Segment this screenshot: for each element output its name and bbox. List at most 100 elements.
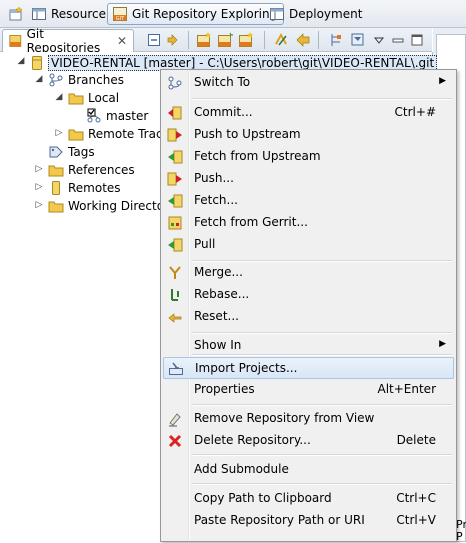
copy-shortcut: Ctrl+C [396,491,436,505]
submenu-arrow-icon: ▶ [439,339,446,349]
master-label: master [106,109,149,123]
rebase-label: Rebase... [194,287,250,301]
perspective-resource[interactable]: Resource [27,3,112,25]
open-perspective-icon [9,6,23,21]
tree-item-remote-tracking[interactable]: Remote Track [68,125,170,143]
expanded-twisty-icon[interactable]: ◢ [16,56,26,66]
collapsed-twisty-icon[interactable]: ▷ [34,182,44,192]
tree-item-working-directory[interactable]: Working Director [48,197,169,215]
menu-separator [192,483,452,485]
expanded-twisty-icon[interactable]: ◢ [54,92,64,102]
tags-label: Tags [68,145,95,159]
deployment-perspective-icon [270,8,284,20]
menu-separator [192,404,452,406]
delete-repository-label: Delete Repository... [194,433,311,447]
switch-to-label: Switch To [194,75,251,89]
menu-item-commit[interactable]: Commit... Ctrl+# [163,102,454,124]
menu-item-paste-path[interactable]: Paste Repository Path or URI Ctrl+V [163,510,454,532]
push-to-upstream-label: Push to Upstream [194,127,301,141]
close-tab-icon[interactable]: ✕ [117,34,127,48]
menu-item-add-submodule[interactable]: Add Submodule [163,459,454,481]
tree-item-master[interactable]: master [86,107,148,125]
menu-item-pull[interactable]: Pull [163,234,454,256]
menu-item-rebase[interactable]: Rebase... [163,284,454,306]
view-menu-icon[interactable] [370,31,388,49]
toolbar-separator [264,31,265,49]
perspective-deployment[interactable]: Deployment [265,3,368,25]
tree-item-tags[interactable]: Tags [48,143,95,161]
svg-text:GIT: GIT [116,16,125,22]
menu-item-remove-repository[interactable]: Remove Repository from View [163,408,454,430]
merge-label: Merge... [194,265,243,279]
menu-item-fetch-from-gerrit[interactable]: Fetch from Gerrit... [163,212,454,234]
add-repository-icon[interactable] [195,31,213,49]
menu-item-merge[interactable]: Merge... [163,262,454,284]
commit-shortcut: Ctrl+# [394,105,436,119]
perspective-deployment-label: Deployment [289,7,363,21]
tab-git-repositories-label: Git Repositories [26,27,101,55]
pull-icon [166,236,184,254]
remotes-icon [52,181,60,195]
fetch-from-upstream-label: Fetch from Upstream [194,149,321,163]
menu-separator [192,354,452,356]
create-repository-icon[interactable] [237,31,255,49]
maximize-icon[interactable] [408,31,426,49]
menu-item-import-projects[interactable]: Import Projects... [163,357,454,379]
folder-icon [48,201,64,213]
commit-label: Commit... [194,105,253,119]
minimize-icon[interactable] [389,31,407,49]
clone-repository-icon[interactable] [216,31,234,49]
hierarchical-layout-icon[interactable] [327,31,345,49]
resource-perspective-icon [32,8,46,20]
folder-icon [68,129,84,141]
folder-icon [68,93,84,105]
remotes-label: Remotes [68,181,121,195]
delete-shortcut: Delete [396,433,436,447]
collapsed-twisty-icon[interactable]: ▷ [34,164,44,174]
collapse-all-icon[interactable] [145,31,163,49]
perspective-git[interactable]: GIT Git Repository Exploring [107,3,285,25]
tab-git-repositories[interactable]: Git Repositories ✕ [2,27,134,55]
perspective-bar: Resource GIT Git Repository Exploring De… [0,0,466,28]
delete-icon [166,432,184,450]
tree-item-local[interactable]: Local [68,89,119,107]
expanded-twisty-icon[interactable]: ◢ [34,74,44,84]
link-with-selection-icon[interactable] [164,31,182,49]
menu-item-copy-path[interactable]: Copy Path to Clipboard Ctrl+C [163,488,454,510]
fetch-label: Fetch... [194,193,238,207]
menu-separator [192,332,452,334]
fetch-icon [166,148,184,166]
menu-separator [192,454,452,456]
tree-item-branches[interactable]: Branches [48,71,124,89]
collapsed-twisty-icon[interactable]: ▷ [54,128,64,138]
remove-from-view-icon [166,410,184,428]
menu-item-switch-to[interactable]: Switch To ▶ [163,72,454,94]
switch-branch-icon [166,74,184,92]
menu-item-delete-repository[interactable]: Delete Repository... Delete [163,430,454,452]
link-editor-icon[interactable] [294,31,312,49]
perspective-resource-label: Resource [51,7,107,21]
collapsed-twisty-icon[interactable]: ▷ [34,200,44,210]
reset-icon [166,308,184,326]
menu-separator [192,98,452,100]
paste-path-label: Paste Repository Path or URI [194,513,365,527]
menu-item-push[interactable]: Push... [163,168,454,190]
menu-item-fetch-from-upstream[interactable]: Fetch from Upstream [163,146,454,168]
context-menu: Switch To ▶ Commit... Ctrl+# Push to Ups… [160,69,457,542]
branches-label: Branches [68,73,124,87]
menu-item-reset[interactable]: Reset... [163,306,454,328]
merge-icon [166,264,184,282]
filter-icon[interactable] [349,31,367,49]
menu-item-push-to-upstream[interactable]: Push to Upstream [163,124,454,146]
git-repositories-icon [9,35,22,47]
refresh-icon[interactable] [272,31,290,49]
tree-item-references[interactable]: References [48,161,135,179]
menu-item-fetch[interactable]: Fetch... [163,190,454,212]
properties-shortcut: Alt+Enter [377,382,436,396]
tree-item-remotes[interactable]: Remotes [48,179,121,197]
pull-label: Pull [194,237,216,251]
push-icon [166,126,184,144]
rebase-icon [166,286,184,304]
fetch-from-gerrit-label: Fetch from Gerrit... [194,215,308,229]
menu-item-properties[interactable]: Properties Alt+Enter [163,379,454,401]
